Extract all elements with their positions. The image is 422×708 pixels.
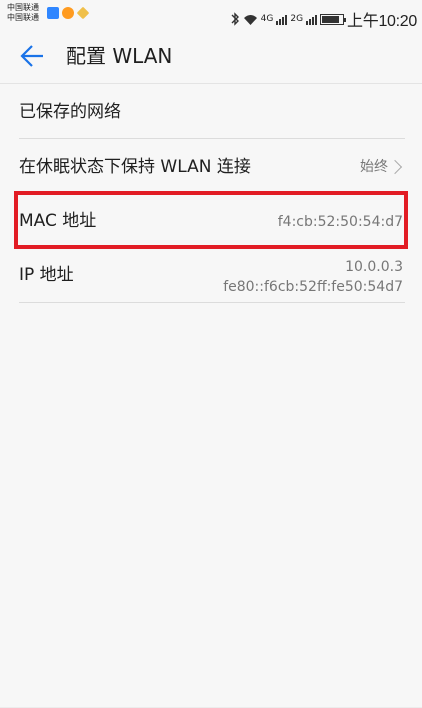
keep-wlan-on-label: 在休眠状态下保持 WLAN 连接 [19, 157, 251, 177]
saved-networks-row[interactable]: 已保存的网络 [0, 84, 422, 139]
keep-wlan-on-row[interactable]: 在休眠状态下保持 WLAN 连接 始终 [0, 139, 422, 195]
divider [19, 302, 405, 303]
signal-icon-2 [306, 13, 318, 25]
network-type-1: 4G [260, 14, 274, 24]
wifi-icon [243, 14, 257, 25]
chevron-right-icon [387, 159, 403, 175]
carrier-line-1: 中国联通 [7, 3, 39, 12]
system-status-icons: 4G 2G 上午10:20 [230, 7, 417, 31]
keep-wlan-on-value: 始终 [360, 159, 388, 175]
weibo-icon [62, 7, 74, 19]
favorite-icon [76, 6, 90, 20]
app-bar: 配置 WLAN [0, 30, 422, 84]
signal-icon-1 [276, 13, 288, 25]
carrier-line-2: 中国联通 [7, 13, 39, 22]
mac-address-row: MAC 地址 f4:cb:52:50:54:d7 [0, 195, 422, 249]
arrow-back-icon [20, 45, 43, 67]
back-button[interactable] [14, 41, 48, 71]
message-icon [47, 7, 59, 19]
saved-networks-label: 已保存的网络 [19, 102, 121, 122]
status-time: 上午10:20 [347, 13, 417, 30]
status-bar: 中国联通 中国联通 4G 2G 上午10:20 [0, 0, 422, 30]
ipv4-address: 10.0.0.3 [345, 259, 403, 275]
network-type-2: 2G [290, 14, 304, 24]
ip-address-row: IP 地址 10.0.0.3 fe80::f6cb:52ff:fe50:54d7 [0, 249, 422, 303]
battery-icon [320, 13, 347, 25]
ipv6-address: fe80::f6cb:52ff:fe50:54d7 [223, 279, 403, 295]
mac-address-label: MAC 地址 [19, 211, 97, 231]
carrier-info: 中国联通 中国联通 [7, 3, 39, 23]
bluetooth-icon [231, 12, 239, 26]
page-title: 配置 WLAN [66, 44, 173, 68]
ip-address-label: IP 地址 [19, 265, 74, 285]
mac-address-value: f4:cb:52:50:54:d7 [277, 214, 403, 230]
notification-icons [47, 6, 90, 20]
battery-level [322, 15, 340, 23]
